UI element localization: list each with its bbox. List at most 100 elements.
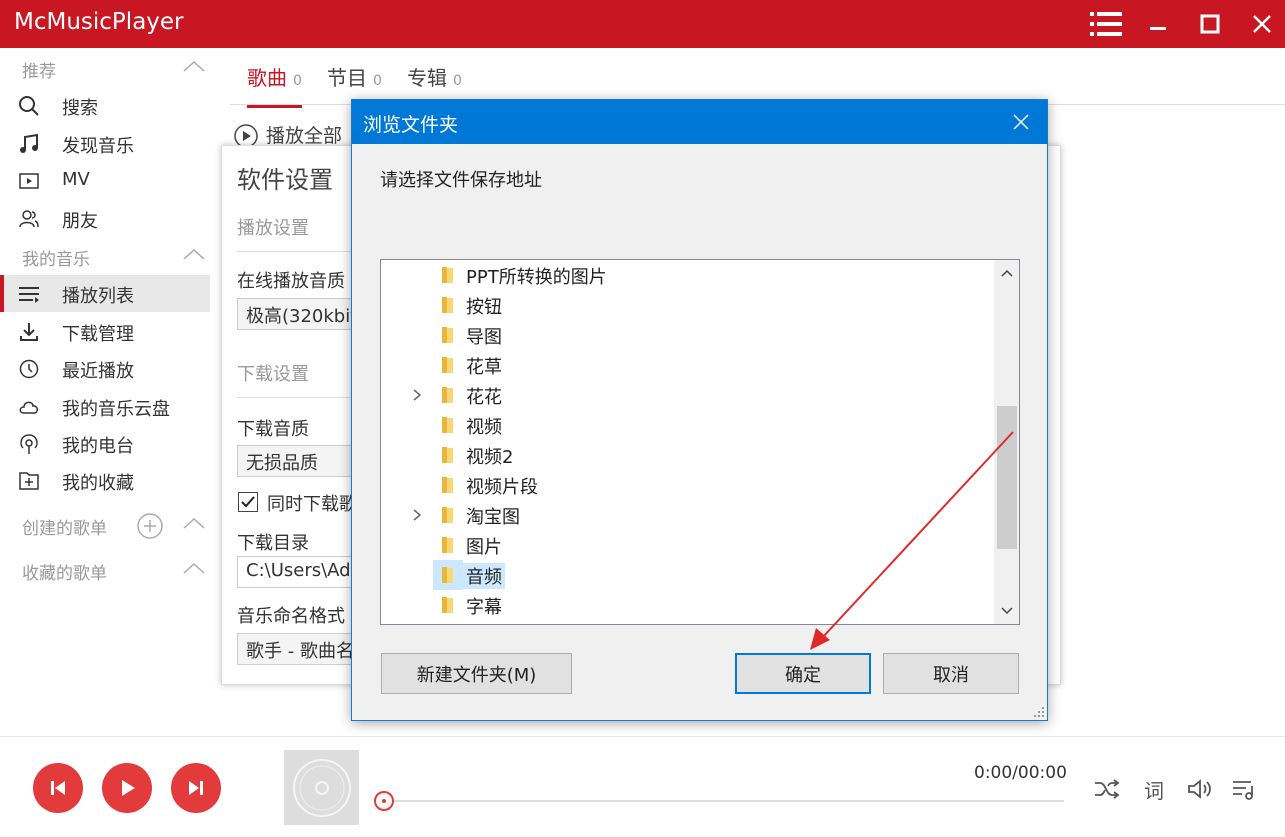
skip-previous-icon xyxy=(51,781,65,795)
folder-tree-item[interactable]: 图片 xyxy=(381,530,993,560)
search-icon xyxy=(19,96,39,116)
online-quality-label: 在线播放音质 xyxy=(237,271,345,292)
folder-name: 花草 xyxy=(466,357,502,378)
sidebar-item-radio[interactable]: 我的电台 xyxy=(0,425,210,462)
menu-button[interactable] xyxy=(1080,0,1132,48)
lyrics-label: 词 xyxy=(1144,778,1164,803)
play-all-button[interactable]: 播放全部 xyxy=(266,121,342,148)
friends-icon xyxy=(19,210,39,228)
play-button[interactable] xyxy=(102,763,152,813)
sidebar-item-label: 我的音乐云盘 xyxy=(62,399,170,420)
sidebar-item-discover[interactable]: 发现音乐 xyxy=(0,125,210,162)
sidebar-item-downloads[interactable]: 下载管理 xyxy=(0,313,210,350)
maximize-button[interactable] xyxy=(1184,0,1236,48)
section-my-music[interactable]: 我的音乐 xyxy=(0,238,210,274)
folder-tree-item[interactable]: 花花 xyxy=(381,380,993,410)
favorites-icon xyxy=(19,472,39,490)
new-folder-button[interactable]: 新建文件夹(M) xyxy=(381,653,572,694)
sidebar-item-label: 下载管理 xyxy=(62,324,134,345)
playlist-queue-button[interactable] xyxy=(1231,775,1259,803)
sidebar-item-label: 发现音乐 xyxy=(62,136,134,157)
app-title: McMusicPlayer xyxy=(14,9,184,35)
section-title: 我的音乐 xyxy=(22,250,90,270)
next-button[interactable] xyxy=(171,763,221,813)
shuffle-icon xyxy=(1095,779,1120,799)
scroll-up-button[interactable] xyxy=(994,260,1019,286)
sidebar-item-favorites[interactable]: 我的收藏 xyxy=(0,462,210,499)
tab-songs[interactable]: 歌曲 0 xyxy=(247,62,302,108)
section-title: 推荐 xyxy=(22,62,56,82)
download-settings-heading: 下载设置 xyxy=(237,364,309,385)
expand-chevron-icon[interactable] xyxy=(411,508,423,522)
sidebar-item-label: 最近播放 xyxy=(62,361,134,382)
playlist-queue-icon xyxy=(1233,781,1253,800)
folder-tree-item[interactable]: 音频 xyxy=(381,560,993,590)
folder-tree-item[interactable]: 淘宝图 xyxy=(381,500,993,530)
minimize-button[interactable] xyxy=(1132,0,1184,48)
folder-tree-item[interactable]: 视频片段 xyxy=(381,470,993,500)
ok-button[interactable]: 确定 xyxy=(735,653,871,694)
sidebar-item-label: 朋友 xyxy=(62,211,98,232)
main-tabs: 歌曲 0 节目 0 专辑 0 xyxy=(230,48,1285,108)
previous-button[interactable] xyxy=(33,763,83,813)
volume-button[interactable] xyxy=(1186,775,1214,803)
folder-name: 视频 xyxy=(466,417,502,438)
chevron-up-icon xyxy=(183,517,205,529)
playlist-icon xyxy=(19,287,39,303)
folder-name: 视频2 xyxy=(466,447,514,468)
scrollbar-thumb[interactable] xyxy=(997,406,1017,549)
folder-icon xyxy=(442,327,453,343)
folder-name: 字幕 xyxy=(466,597,502,618)
resize-grip-icon[interactable] xyxy=(1033,706,1045,718)
folder-tree-item[interactable]: 导图 xyxy=(381,320,993,350)
section-created-playlists[interactable]: 创建的歌单 xyxy=(0,507,210,543)
folder-tree-item[interactable]: 视频2 xyxy=(381,440,993,470)
sidebar-item-cloud[interactable]: 我的音乐云盘 xyxy=(0,388,210,425)
sidebar-item-recent[interactable]: 最近播放 xyxy=(0,350,210,387)
sync-download-label: 同时下载歌 xyxy=(267,494,357,515)
close-button[interactable] xyxy=(1236,0,1285,48)
add-playlist-icon[interactable] xyxy=(136,512,164,540)
folder-name: 图片 xyxy=(466,537,502,558)
video-icon xyxy=(19,173,39,189)
progress-knob[interactable] xyxy=(374,791,394,811)
maximize-icon xyxy=(1200,14,1220,34)
folder-tree-item[interactable]: 花草 xyxy=(381,350,993,380)
sidebar-item-friends[interactable]: 朋友 xyxy=(0,200,210,237)
folder-tree-item[interactable]: 视频 xyxy=(381,410,993,440)
section-recommend[interactable]: 推荐 xyxy=(0,50,210,86)
folder-icon xyxy=(442,417,453,433)
folder-tree[interactable]: PPT所转换的图片按钮导图花草 花花视频视频2 视频片段 淘宝图图片音频字幕 xyxy=(380,259,1020,625)
folder-tree-item[interactable]: 按钮 xyxy=(381,290,993,320)
folder-icon xyxy=(442,507,453,523)
section-favorite-playlists[interactable]: 收藏的歌单 xyxy=(0,552,210,588)
chevron-down-icon xyxy=(1000,607,1013,615)
sidebar-item-label: 搜索 xyxy=(62,98,98,119)
folder-icon xyxy=(442,387,453,403)
chevron-up-icon xyxy=(183,60,205,72)
minimize-icon xyxy=(1150,27,1166,30)
album-cover[interactable] xyxy=(284,750,359,825)
sync-download-checkbox[interactable] xyxy=(238,492,258,512)
podcast-icon xyxy=(20,434,38,454)
expand-chevron-icon[interactable] xyxy=(411,388,423,402)
vertical-scrollbar[interactable] xyxy=(994,260,1019,624)
dialog-close-button[interactable] xyxy=(999,102,1043,142)
folder-name: 导图 xyxy=(466,327,502,348)
scroll-down-button[interactable] xyxy=(994,598,1019,624)
lyrics-button[interactable]: 词 xyxy=(1140,775,1168,803)
dialog-title: 浏览文件夹 xyxy=(363,114,459,136)
sidebar-item-mv[interactable]: MV xyxy=(0,162,210,199)
sidebar-item-playlist[interactable]: 播放列表 xyxy=(0,275,210,312)
sidebar-item-search[interactable]: 搜索 xyxy=(0,87,210,124)
folder-tree-item[interactable]: PPT所转换的图片 xyxy=(381,260,993,290)
progress-bar[interactable] xyxy=(384,800,1064,802)
folder-name: 按钮 xyxy=(466,297,502,318)
disc-icon xyxy=(292,758,351,817)
cancel-button[interactable]: 取消 xyxy=(883,653,1019,694)
folder-icon xyxy=(442,447,453,463)
shuffle-button[interactable] xyxy=(1093,775,1121,803)
folder-name: 音频 xyxy=(463,563,505,589)
folder-tree-item[interactable]: 字幕 xyxy=(381,590,993,620)
tab-label: 专辑 xyxy=(407,66,447,90)
